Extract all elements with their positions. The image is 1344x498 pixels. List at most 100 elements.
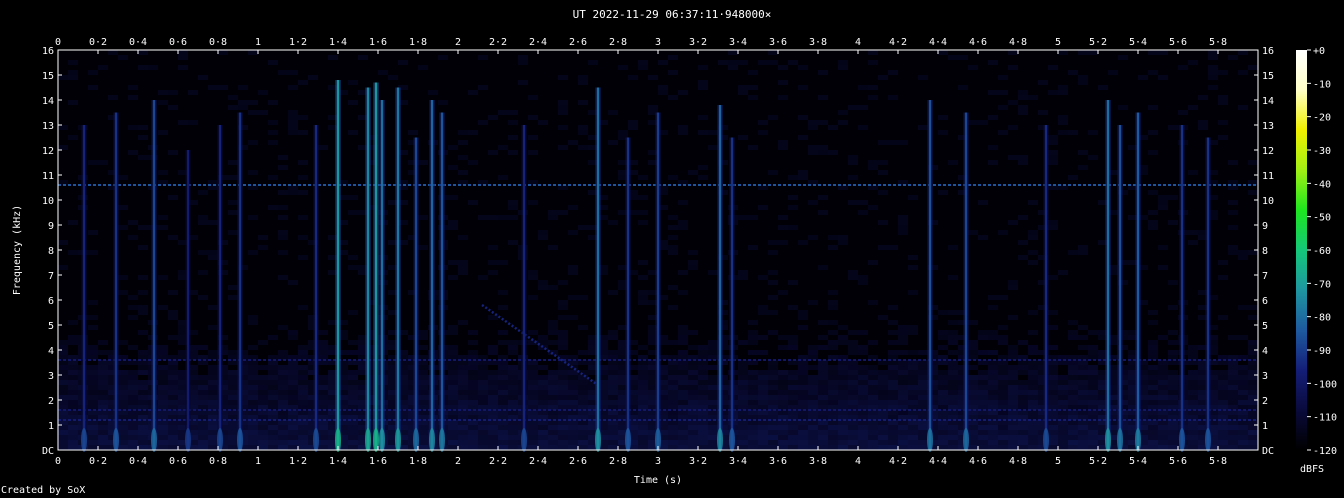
noise-cell (1018, 430, 1028, 435)
noise-cell (708, 130, 718, 135)
noise-cell (888, 445, 898, 450)
noise-cell (698, 380, 708, 385)
noise-cell (1018, 370, 1028, 375)
noise-cell (298, 385, 308, 390)
noise-cell (208, 255, 218, 260)
noise-cell (98, 160, 108, 165)
noise-cell (318, 345, 328, 350)
noise-cell (568, 205, 578, 210)
noise-cell (458, 385, 468, 390)
noise-cell (698, 80, 708, 85)
noise-cell (98, 375, 108, 380)
noise-cell (568, 370, 578, 375)
noise-cell (1088, 435, 1098, 440)
noise-cell (448, 225, 458, 230)
noise-cell (818, 390, 828, 395)
noise-cell (118, 395, 128, 400)
noise-cell (788, 375, 798, 380)
noise-cell (848, 175, 858, 180)
noise-cell (938, 430, 948, 435)
noise-cell (888, 365, 898, 370)
noise-cell (1078, 335, 1088, 340)
x-tick-label-bottom: 2·6 (569, 456, 587, 467)
noise-cell (1018, 400, 1028, 405)
noise-cell (318, 395, 328, 400)
x-tick-label-bottom: 0·8 (209, 456, 227, 467)
noise-cell (628, 120, 638, 125)
noise-cell (298, 370, 308, 375)
noise-cell (458, 435, 468, 440)
noise-cell (248, 110, 258, 115)
noise-cell (68, 250, 78, 255)
noise-cell (848, 430, 858, 435)
noise-cell (248, 140, 258, 145)
event (237, 112, 243, 452)
noise-cell (1158, 195, 1168, 200)
noise-cell (68, 220, 78, 225)
noise-cell (828, 395, 838, 400)
noise-cell (478, 390, 488, 395)
noise-cell (278, 275, 288, 280)
noise-cell (348, 340, 358, 345)
noise-cell (498, 440, 508, 445)
noise-cell (1168, 350, 1178, 355)
noise-cell (888, 370, 898, 375)
noise-cell (848, 390, 858, 395)
noise-cell (138, 425, 148, 430)
noise-cell (538, 280, 548, 285)
noise-cell (298, 345, 308, 350)
noise-cell (1228, 435, 1238, 440)
noise-cell (268, 130, 278, 135)
noise-cell (488, 395, 498, 400)
noise-cell (418, 65, 428, 70)
noise-cell (678, 200, 688, 205)
noise-cell (568, 440, 578, 445)
noise-cell (948, 440, 958, 445)
noise-cell (668, 285, 678, 290)
noise-cell (1068, 385, 1078, 390)
noise-cell (858, 345, 868, 350)
noise-cell (698, 435, 708, 440)
noise-cell (818, 380, 828, 385)
noise-cell (1168, 435, 1178, 440)
event (729, 137, 735, 452)
noise-cell (348, 265, 358, 270)
noise-cell (138, 390, 148, 395)
y-tick-label-left: 16 (42, 46, 54, 57)
event (625, 137, 631, 452)
noise-cell (978, 430, 988, 435)
x-tick-label-bottom: 1·8 (409, 456, 427, 467)
noise-cell (328, 55, 338, 60)
noise-cell (988, 350, 998, 355)
noise-cell (1088, 155, 1098, 160)
noise-cell (58, 375, 68, 380)
noise-cell (458, 375, 468, 380)
noise-cell (1148, 130, 1158, 135)
noise-cell (278, 70, 288, 75)
noise-cell (288, 280, 298, 285)
noise-cell (498, 340, 508, 345)
noise-cell (418, 385, 428, 390)
noise-cell (478, 380, 488, 385)
noise-cell (138, 330, 148, 335)
noise-cell (298, 400, 308, 405)
noise-cell (1188, 350, 1198, 355)
event-lowfreq (439, 428, 445, 452)
event (1135, 112, 1141, 452)
noise-cell (708, 435, 718, 440)
noise-cell (168, 395, 178, 400)
noise-cell (158, 350, 168, 355)
noise-cell (548, 430, 558, 435)
noise-cell (778, 215, 788, 220)
noise-cell (998, 325, 1008, 330)
noise-cell (778, 65, 788, 70)
noise-cell (528, 440, 538, 445)
noise-cell (878, 380, 888, 385)
noise-cell (918, 385, 928, 390)
noise-cell (558, 105, 568, 110)
noise-cell (918, 75, 928, 80)
noise-cell (638, 445, 648, 450)
noise-cell (898, 435, 908, 440)
noise-cell (1048, 440, 1058, 445)
noise-cell (98, 425, 108, 430)
